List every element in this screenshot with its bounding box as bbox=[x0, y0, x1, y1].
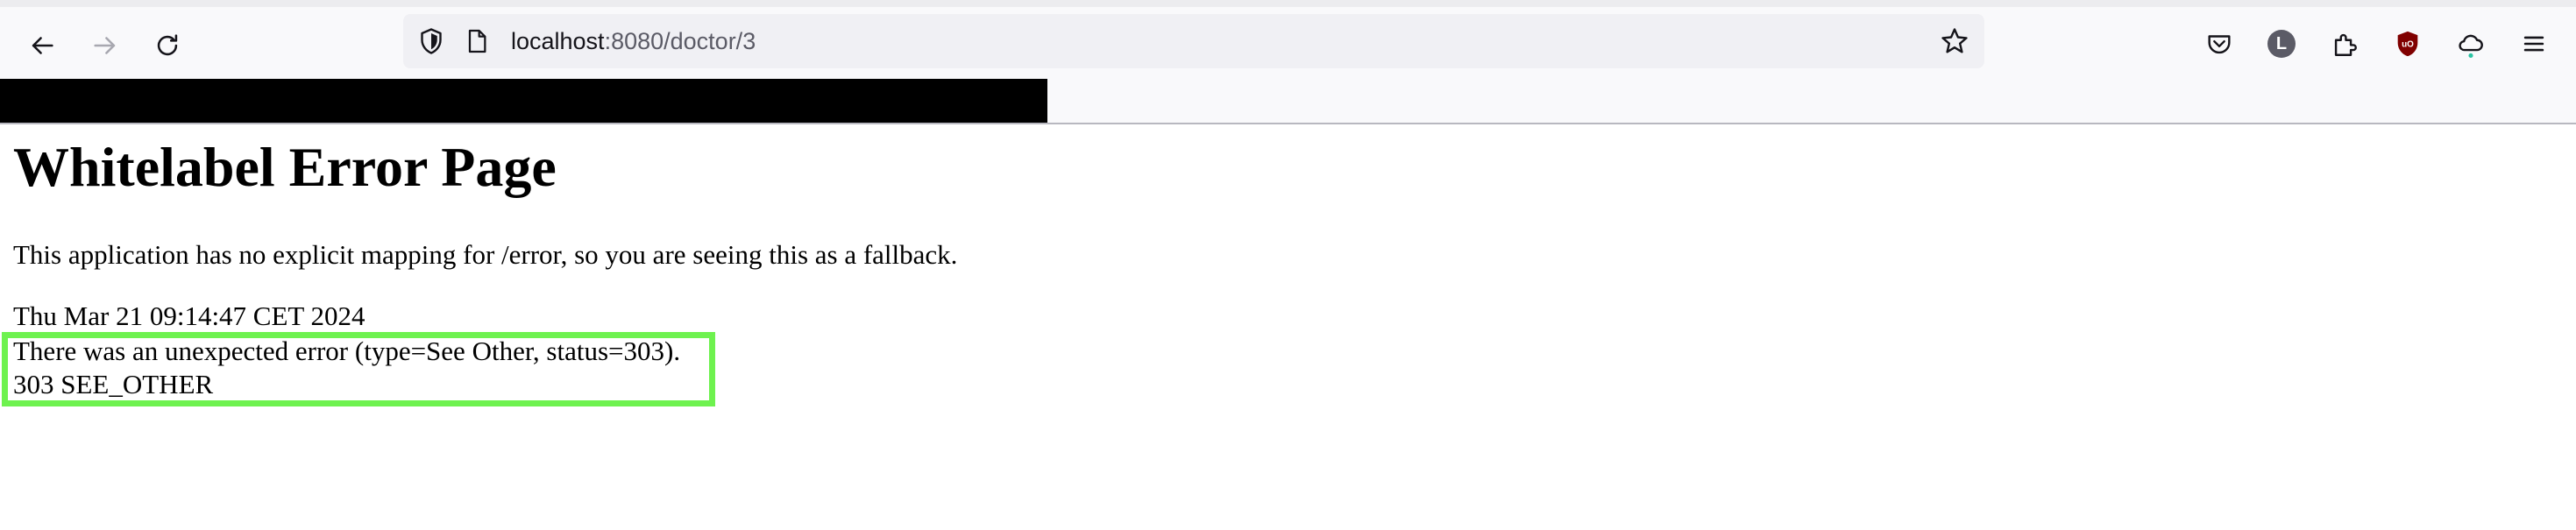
page-title: Whitelabel Error Page bbox=[13, 136, 557, 198]
url-path: :8080/doctor/3 bbox=[604, 28, 756, 54]
back-button[interactable] bbox=[21, 25, 63, 67]
page-icon[interactable] bbox=[463, 27, 491, 55]
profile-button[interactable]: L bbox=[2262, 25, 2301, 63]
browser-toolbar: localhost:8080/doctor/3 L uO bbox=[0, 7, 2576, 79]
sync-button[interactable] bbox=[2452, 25, 2490, 63]
extensions-button[interactable] bbox=[2325, 25, 2364, 63]
reload-icon bbox=[157, 34, 178, 56]
shield-icon[interactable] bbox=[415, 25, 447, 57]
star-icon[interactable] bbox=[1939, 25, 1970, 57]
hamburger-menu-icon bbox=[2523, 36, 2544, 52]
avatar: L bbox=[2267, 30, 2296, 58]
error-description: This application has no explicit mapping… bbox=[13, 239, 958, 270]
url-text[interactable]: localhost:8080/doctor/3 bbox=[511, 26, 756, 56]
cloud-icon bbox=[2459, 34, 2483, 59]
error-timestamp: Thu Mar 21 09:14:47 CET 2024 bbox=[13, 300, 365, 331]
reload-button[interactable] bbox=[146, 25, 188, 67]
forward-button[interactable] bbox=[84, 25, 126, 67]
ublock-icon: uO bbox=[2397, 31, 2418, 57]
forward-arrow-icon bbox=[94, 37, 116, 54]
ublock-button[interactable]: uO bbox=[2388, 25, 2427, 63]
highlight-box bbox=[2, 332, 715, 406]
page-content: Whitelabel Error Page This application h… bbox=[0, 124, 2576, 530]
window-top-strip bbox=[0, 0, 2576, 7]
url-host: localhost bbox=[511, 28, 605, 54]
svg-text:uO: uO bbox=[2402, 40, 2414, 50]
puzzle-icon bbox=[2334, 33, 2357, 56]
back-arrow-icon bbox=[32, 37, 53, 54]
app-menu-button[interactable] bbox=[2515, 25, 2553, 63]
url-bar[interactable]: localhost:8080/doctor/3 bbox=[403, 14, 1984, 68]
pocket-button[interactable] bbox=[2200, 25, 2239, 63]
pocket-icon bbox=[2208, 35, 2231, 54]
redacted-bar bbox=[0, 79, 1047, 123]
